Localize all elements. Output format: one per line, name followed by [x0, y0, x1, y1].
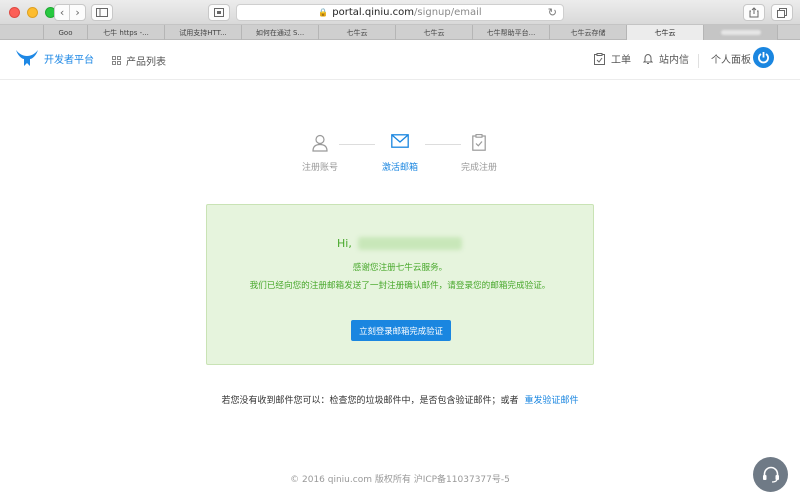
email-sent-message: 我们已经向您的注册邮箱发送了一封注册确认邮件，请登录您的邮箱完成验证。	[249, 281, 551, 291]
user-icon	[312, 134, 328, 152]
power-icon	[758, 52, 769, 64]
back-icon[interactable]: ‹	[55, 5, 71, 20]
browser-tab-active[interactable]: 七牛云	[627, 25, 704, 40]
login-email-button[interactable]: 立刻登录邮箱完成验证	[351, 320, 451, 341]
resend-email-link[interactable]: 重发验证邮件	[525, 396, 579, 406]
verification-notice: Hi, 感谢您注册七牛云服务。 我们已经向您的注册邮箱发送了一封注册确认邮件，请…	[206, 204, 594, 365]
tabs-overview-button[interactable]	[771, 4, 793, 21]
greeting-text: Hi,	[337, 237, 352, 250]
url-host: portal.qiniu.com	[332, 7, 414, 18]
tabs-icon	[777, 7, 787, 18]
footer-copyright: © 2016 qiniu.com 版权所有 沪ICP备11037377号-5	[290, 475, 510, 485]
browser-tab[interactable]: 七牛云存储	[550, 25, 627, 40]
qiniu-logo-icon	[16, 50, 38, 66]
redacted-email	[357, 237, 462, 250]
browser-tab-redacted[interactable]	[704, 25, 778, 40]
minimize-window-button[interactable]	[27, 7, 38, 18]
headset-icon	[762, 466, 779, 483]
products-menu[interactable]: 产品列表	[112, 53, 166, 68]
panel-label: 个人面板	[711, 55, 751, 66]
logo-text: 开发者平台	[44, 54, 94, 66]
browser-tab[interactable]: 如何在通过 S...	[242, 25, 319, 40]
window-controls	[9, 7, 56, 18]
greeting: Hi,	[337, 237, 462, 250]
reader-icon	[214, 8, 224, 17]
header-divider	[698, 54, 699, 68]
ticket-icon	[594, 52, 605, 65]
messages-label: 站内信	[659, 55, 689, 66]
ticket-label: 工单	[611, 55, 631, 66]
browser-tab[interactable]: 七牛帮助平台...	[473, 25, 550, 40]
products-label: 产品列表	[126, 57, 166, 68]
bell-icon	[643, 53, 653, 64]
grid-icon	[112, 56, 121, 65]
share-button[interactable]	[743, 4, 765, 21]
resend-hint: 若您没有收到邮件您可以：检查您的垃圾邮件中，是否包含验证邮件；或者 重发验证邮件	[0, 393, 800, 406]
close-window-button[interactable]	[9, 7, 20, 18]
mail-icon	[391, 134, 409, 148]
reload-icon[interactable]: ↻	[548, 6, 557, 19]
customer-support-button[interactable]	[753, 457, 788, 492]
browser-tab[interactable]: 七牛云	[319, 25, 396, 40]
messages-link[interactable]: 站内信	[643, 51, 689, 66]
thanks-message: 感谢您注册七牛云服务。	[352, 263, 448, 273]
step-register-account: 注册账号	[285, 134, 355, 173]
browser-toolbar: ‹ › 🔒 portal.qiniu.com/signup/email ↻	[0, 0, 800, 25]
tab-spacer	[0, 25, 44, 40]
sidebar-icon	[96, 8, 108, 17]
ticket-link[interactable]: 工单	[594, 51, 631, 66]
url-path: /signup/email	[413, 7, 482, 18]
forward-icon[interactable]: ›	[70, 5, 85, 20]
step-activate-email: 激活邮箱	[365, 134, 435, 173]
browser-tab[interactable]: 七牛云	[396, 25, 473, 40]
step-complete-registration: 完成注册	[444, 134, 514, 173]
browser-tab[interactable]: 试用支持HTT...	[165, 25, 242, 40]
history-nav: ‹ ›	[54, 4, 86, 21]
panel-link[interactable]: 个人面板	[711, 51, 751, 66]
step-label: 注册账号	[301, 163, 338, 173]
step-label: 激活邮箱	[381, 163, 418, 173]
address-bar[interactable]: 🔒 portal.qiniu.com/signup/email ↻	[236, 4, 564, 21]
share-icon	[749, 7, 759, 18]
reader-button[interactable]	[208, 4, 230, 21]
hint-text: 若您没有收到邮件您可以：检查您的垃圾邮件中，是否包含验证邮件；或者	[221, 396, 519, 406]
site-header: 开发者平台 产品列表 工单 站内信 个人面板	[0, 40, 800, 80]
lock-icon: 🔒	[318, 8, 329, 17]
clipboard-check-icon	[472, 134, 486, 151]
avatar[interactable]	[753, 47, 774, 68]
sidebar-toggle-button[interactable]	[91, 4, 113, 21]
browser-tab[interactable]: 七牛 https -...	[88, 25, 165, 40]
logo[interactable]: 开发者平台	[15, 48, 94, 68]
tab-bar: Goo 七牛 https -... 试用支持HTT... 如何在通过 S... …	[0, 25, 800, 40]
browser-tab[interactable]: Goo	[44, 25, 88, 40]
step-label: 完成注册	[460, 163, 497, 173]
